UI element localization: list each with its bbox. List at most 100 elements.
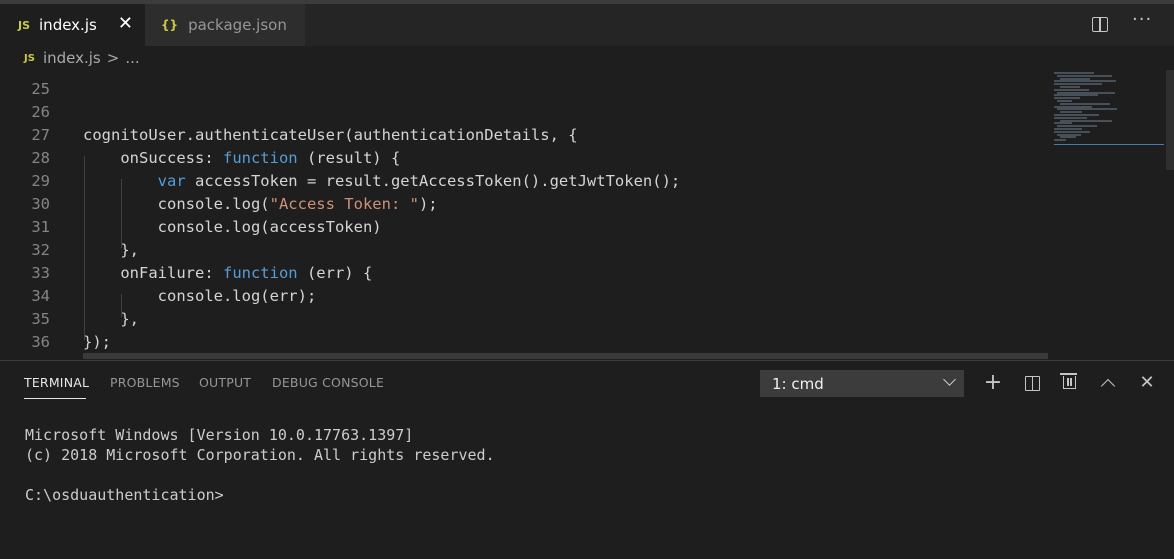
code-text: console.log(err); [83,287,317,305]
minimap-line [1054,116,1087,119]
minimap-line [1057,108,1117,111]
code-line[interactable]: 35 }, [0,308,1050,331]
minimap-line [1054,94,1098,97]
tab-output[interactable]: OUTPUT [199,375,251,390]
line-number: 30 [31,195,50,213]
chevron-up-icon[interactable] [1100,378,1116,394]
split-editor-icon[interactable] [1092,17,1108,32]
code-text: var accessToken = result.getAccessToken(… [157,172,681,190]
code-line[interactable]: 25 [0,78,1050,101]
tab-package-json[interactable]: {} package.json [145,4,305,46]
code-line[interactable]: 32 }, [0,239,1050,262]
minimap-line [1057,74,1112,77]
minimap-slider[interactable] [1054,144,1164,145]
terminal-prompt[interactable]: C:\osduauthentication> [25,486,224,504]
minimap-line [1054,114,1099,116]
minimap-line [1060,86,1080,88]
indent-guide [121,294,122,317]
code-line[interactable]: 27 cognitoUser.authenticateUser(authentic… [0,124,1050,147]
code-text: console.log("Access Token: "); [83,195,438,213]
minimap-line [1060,119,1112,122]
line-number: 36 [31,333,50,351]
line-number: 27 [31,126,50,144]
active-tab-indicator [24,398,86,399]
line-number: 28 [31,149,50,167]
minimap-line [1054,72,1094,74]
close-icon[interactable]: ✕ [118,14,133,34]
minimap-line [1054,105,1092,108]
line-number: 26 [31,103,50,121]
tab-index-js[interactable]: JS index.js ✕ [0,4,145,46]
terminal-line: (c) 2018 Microsoft Corporation. All righ… [25,446,495,464]
code-text: }); [83,333,111,351]
code-text: onFailure: function (err) { [83,264,373,282]
code-line[interactable]: 30 console.log("Access Token: "); [0,193,1050,216]
terminal-line: Microsoft Windows [Version 10.0.17763.13… [25,426,414,444]
minimap-line [1060,111,1082,114]
code-line[interactable]: 28 onSuccess: function (result) { [0,147,1050,170]
close-panel-icon[interactable]: ✕ [1135,371,1159,395]
terminal-select[interactable]: 1: cmd [760,370,964,397]
minimap-line [1060,77,1090,80]
breadcrumb-file[interactable]: index.js [43,49,101,67]
tab-terminal[interactable]: TERMINAL [24,375,89,390]
vertical-scrollbar[interactable] [1166,70,1174,170]
add-terminal-icon[interactable]: + [981,371,1005,395]
minimap-line [1057,100,1072,102]
breadcrumb-symbols[interactable]: ... [125,49,139,67]
minimap-line [1054,97,1080,100]
indent-guide [84,156,85,340]
editor-actions: ··· [1084,4,1174,46]
code-text: cognitoUser.authenticateUser(authenticat… [83,126,578,144]
code-line[interactable]: 31 console.log(accessToken) [0,216,1050,239]
line-number: 34 [31,287,50,305]
minimap-line [1057,133,1081,136]
tab-problems[interactable]: PROBLEMS [110,375,180,390]
code-text: }, [83,241,139,259]
code-text: onSuccess: function (result) { [83,149,401,167]
terminal-panel: TERMINAL PROBLEMS OUTPUT DEBUG CONSOLE 1… [0,360,1174,559]
code-line[interactable]: 33 onFailure: function (err) { [0,262,1050,285]
code-editor[interactable]: 25 26 27 cognitoUser.authenticateUser(authe… [0,70,1174,360]
line-number: 25 [31,80,50,98]
code-line[interactable]: 36}); [0,331,1050,354]
kill-terminal-icon[interactable] [1060,373,1077,389]
line-number: 31 [31,218,50,236]
minimap[interactable] [1050,70,1160,150]
minimap-line [1060,136,1076,139]
terminal-select-value: 1: cmd [772,375,824,393]
breadcrumb-separator: > [106,49,120,67]
minimap-line [1054,130,1090,133]
minimap-line [1054,83,1102,86]
tab-label: package.json [188,16,287,34]
indent-guide [121,179,122,248]
tab-label: index.js [39,16,97,34]
horizontal-scrollbar[interactable] [83,353,1048,359]
code-line[interactable]: 34 console.log(err); [0,285,1050,308]
code-text: }, [83,310,139,328]
chevron-down-icon [943,373,956,386]
minimap-line [1054,122,1072,125]
line-number: 32 [31,241,50,259]
line-number: 33 [31,264,50,282]
code-line[interactable]: 26 [0,101,1050,124]
line-number: 29 [31,172,50,190]
minimap-line [1054,139,1066,142]
code-line[interactable]: 29 var accessToken = result.getAccessTok… [0,170,1050,193]
minimap-line [1054,128,1082,130]
code-text: console.log(accessToken) [83,218,382,236]
minimap-line [1060,102,1110,105]
minimap-line [1057,91,1115,94]
editor-tab-bar: JS index.js ✕ {} package.json ··· [0,4,1174,46]
minimap-line [1057,125,1097,128]
line-number: 35 [31,310,50,328]
minimap-line [1054,88,1089,91]
tab-debug-console[interactable]: DEBUG CONSOLE [272,375,384,390]
javascript-file-icon: JS [18,18,31,32]
more-actions-icon[interactable]: ··· [1132,9,1152,30]
breadcrumb: JS index.js > ... [0,46,1174,70]
split-terminal-icon[interactable] [1025,376,1040,391]
javascript-file-icon: JS [24,52,35,64]
json-file-icon: {} [161,18,179,32]
minimap-line [1054,80,1116,83]
